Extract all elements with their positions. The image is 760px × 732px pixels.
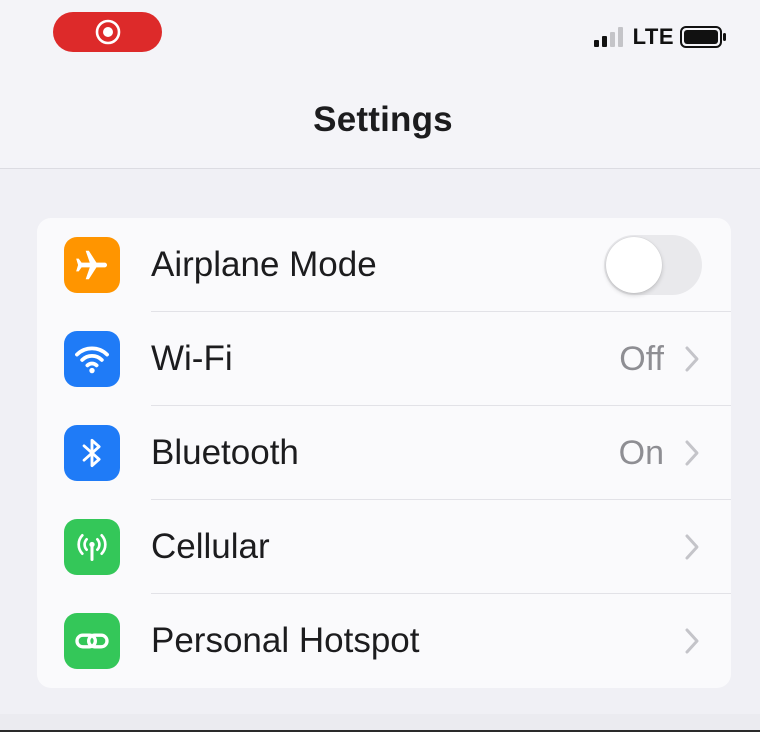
chevron-right-icon	[685, 628, 699, 654]
hotspot-icon-tile	[64, 613, 120, 669]
settings-row-label: Bluetooth	[151, 433, 299, 472]
settings-row-airplane-mode[interactable]: Airplane Mode	[37, 218, 731, 312]
bluetooth-status-value: On	[618, 434, 664, 472]
status-bar-indicators: LTE	[593, 24, 728, 50]
airplane-icon	[76, 250, 108, 280]
chevron-right-icon	[685, 440, 699, 466]
settings-row-label: Airplane Mode	[151, 245, 377, 284]
settings-row-label: Cellular	[151, 527, 270, 566]
airplane-icon-tile	[64, 237, 120, 293]
network-type-label: LTE	[632, 24, 674, 49]
navigation-header: LTE Settings	[0, 0, 760, 169]
chevron-right-icon	[685, 534, 699, 560]
cellular-signal-icon	[593, 27, 623, 47]
page-title: Settings	[313, 100, 453, 139]
settings-row-bluetooth[interactable]: Bluetooth On	[37, 406, 731, 500]
settings-row-wifi[interactable]: Wi-Fi Off	[37, 312, 731, 406]
toggle-knob	[606, 237, 662, 293]
cellular-icon-tile	[64, 519, 120, 575]
connectivity-settings-group: Airplane Mode Wi-Fi Off Bluetooth On Cel…	[37, 218, 731, 688]
battery-icon	[680, 26, 726, 48]
settings-row-label: Personal Hotspot	[151, 621, 420, 660]
hotspot-link-icon	[75, 633, 109, 649]
settings-row-cellular[interactable]: Cellular	[37, 500, 731, 594]
wifi-icon-tile	[64, 331, 120, 387]
chevron-right-icon	[685, 346, 699, 372]
settings-screen: LTE Settings Airplane Mode Wi-Fi Off Blu…	[0, 0, 760, 732]
settings-row-personal-hotspot[interactable]: Personal Hotspot	[37, 594, 731, 688]
wifi-status-value: Off	[619, 340, 664, 378]
cellular-antenna-icon	[77, 534, 107, 561]
airplane-mode-toggle[interactable]	[604, 235, 702, 295]
bluetooth-icon	[82, 438, 101, 468]
wifi-icon	[75, 346, 109, 374]
settings-row-label: Wi-Fi	[151, 339, 233, 378]
bluetooth-icon-tile	[64, 425, 120, 481]
screen-recording-indicator[interactable]	[53, 12, 162, 52]
screen-record-icon	[95, 19, 120, 45]
